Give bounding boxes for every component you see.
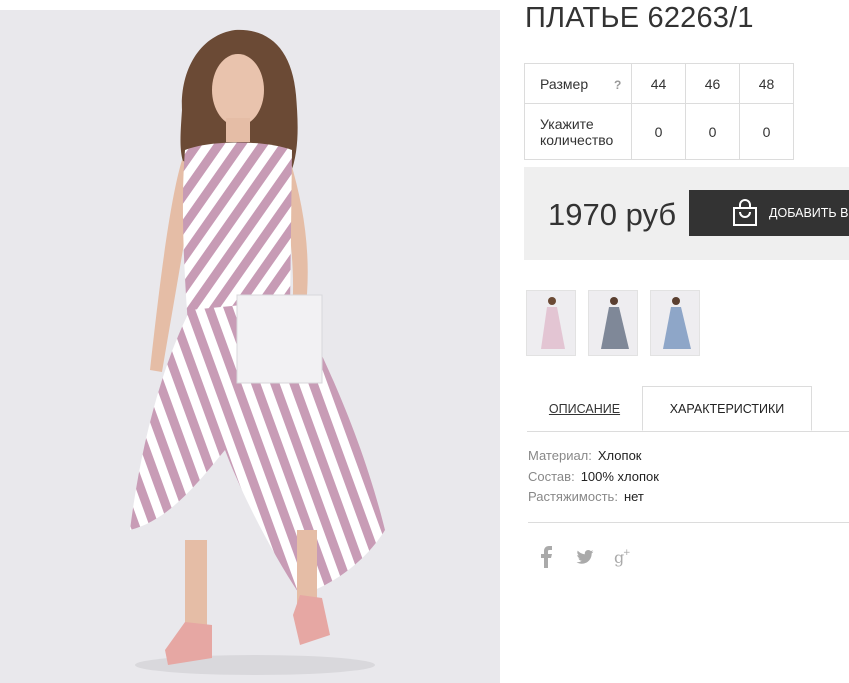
spec-value: нет [623,489,644,504]
size-44: 44 [631,63,686,104]
spec-row-stretch: Растяжимость: нет [528,489,659,510]
svg-text:+: + [623,548,631,558]
quantity-input-46[interactable]: 0 [685,103,740,160]
grey-dress-thumbnail-image [589,291,637,355]
spec-value: Хлопок [597,448,642,463]
thumbnail-blue-dress[interactable] [650,290,700,356]
spec-key: Состав: [528,468,575,484]
quantity-label-line2: количество [540,131,614,148]
size-48: 48 [739,63,794,104]
specs-list: Материал: Хлопок Состав: 100% хлопок Растя… [528,448,659,510]
google-plus-icon[interactable]: g + [614,548,634,568]
product-tabs: ОПИСАНИЕ ХАРАКТЕРИСТИКИ [527,386,849,432]
spec-key: Растяжимость: [528,489,618,504]
quantity-input-44[interactable]: 0 [631,103,686,160]
facebook-icon[interactable] [540,546,554,568]
quantity-label-cell: Укажите количество [524,103,632,160]
pink-dress-thumbnail-image [527,291,575,355]
quantity-row: Укажите количество 0 0 0 [524,103,794,160]
size-quantity-table: Размер ? 44 46 48 Укажите количество 0 0… [524,63,794,160]
product-price: 1970 руб [548,197,677,232]
product-title: ПЛАТЬЕ 62263/1 [525,2,754,34]
spec-key: Материал: [528,448,592,463]
tab-characteristics[interactable]: ХАРАКТЕРИСТИКИ [642,386,812,431]
size-help-icon[interactable]: ? [614,78,621,92]
add-to-cart-label: ДОБАВИТЬ В [769,206,849,220]
add-to-cart-button[interactable]: ДОБАВИТЬ В [689,190,849,236]
spec-row-composition: Состав: 100% хлопок [528,469,659,490]
quantity-input-48[interactable]: 0 [739,103,794,160]
quantity-label-line1: Укажите [540,115,594,132]
blue-dress-thumbnail-image [651,291,699,355]
spec-row-material: Материал: Хлопок [528,448,659,469]
tab-description[interactable]: ОПИСАНИЕ [527,386,642,431]
twitter-icon[interactable] [576,550,594,564]
size-label: Размер [540,75,589,92]
spec-value: 100% хлопок [580,468,659,484]
size-row: Размер ? 44 46 48 [524,63,794,104]
product-main-photo[interactable] [0,10,500,683]
size-46: 46 [685,63,740,104]
buy-box: 1970 руб ДОБАВИТЬ В [524,167,849,260]
dress-model-illustration [130,29,385,675]
shopping-bag-icon [733,199,757,226]
thumbnail-pink-dress[interactable] [526,290,576,356]
divider [528,522,849,523]
thumbnail-grey-dress[interactable] [588,290,638,356]
size-label-cell: Размер ? [524,63,632,104]
